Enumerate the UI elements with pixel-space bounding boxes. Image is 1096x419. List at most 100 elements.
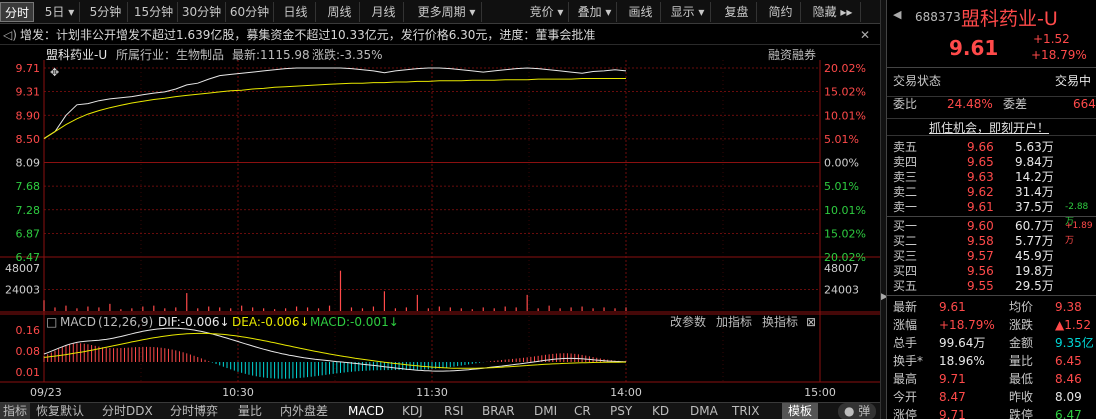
indicator-tab-5[interactable]: 内外盘差 — [280, 403, 328, 419]
ask-row[interactable]: 卖二 9.62 31.4万 — [887, 185, 1096, 200]
ask-label: 卖五 — [893, 140, 918, 154]
pct-tick-label: 5.01% — [824, 180, 859, 193]
overlay-dropdown[interactable]: 叠加 ▾ — [573, 2, 617, 22]
bid-volume: 29.5万 — [1015, 279, 1054, 293]
ask-row[interactable]: 卖一 9.61 37.5万 -2.88万 — [887, 200, 1096, 227]
indicator-tab-14[interactable]: DMA — [690, 403, 718, 419]
close-icon[interactable]: ✕ — [860, 25, 870, 45]
auction-dropdown[interactable]: 竞价 ▾ — [525, 2, 569, 22]
indicator-tab-2[interactable]: 分时DDX — [102, 403, 153, 419]
orderbook-divider — [887, 216, 1096, 217]
bid-row[interactable]: 买一 9.60 60.7万 +1.89万 — [887, 219, 1096, 246]
stat-value: 9.71 — [939, 408, 966, 419]
bid-row[interactable]: 买四 9.56 19.8万 — [887, 264, 1096, 279]
indicator-tab-7[interactable]: KDJ — [402, 403, 423, 419]
more-period-dropdown[interactable]: 更多周期 ▾ — [412, 2, 482, 22]
dea-line — [43, 332, 626, 369]
bid-row[interactable]: 买三 9.57 45.9万 — [887, 249, 1096, 264]
add-indicator-button[interactable]: 加指标 — [716, 314, 752, 330]
quote-stock-name: 盟科药业-U — [961, 8, 1058, 30]
simple-button[interactable]: 简约 — [761, 2, 801, 22]
macd-collapse-icon[interactable]: □ — [46, 314, 57, 330]
stat-label: 最高 — [893, 372, 918, 386]
macd-header: □ MACD (12,26,9) DIF:-0.006↓ DEA:-0.006↓… — [46, 314, 876, 330]
prev-stock-icon[interactable]: ◀ — [893, 8, 901, 21]
macd-tick-label: 0.08 — [16, 345, 41, 358]
stat-label: 最低 — [1009, 372, 1034, 386]
indicator-tab-15[interactable]: TRIX — [732, 403, 759, 419]
indicator-tab-1[interactable]: 恢复默认 — [36, 403, 84, 419]
announcement-bar: ◁) 增发：计划非公开增发不超过1.639亿股，募集资金不超过10.33亿元，发… — [0, 25, 880, 45]
ask-row[interactable]: 卖四 9.65 9.84万 — [887, 155, 1096, 170]
quote-price: 9.61 — [949, 36, 999, 60]
tab-daily[interactable]: 日线 — [276, 2, 316, 22]
stat-label: 总手 — [893, 336, 918, 350]
stat-label: 均价 — [1009, 300, 1034, 314]
indicator-tab-16[interactable]: 模板 — [782, 403, 819, 419]
indicator-tab-10[interactable]: DMI — [534, 403, 557, 419]
indicator-tab-13[interactable]: KD — [652, 403, 669, 419]
pct-tick-label: 10.01% — [824, 204, 866, 217]
indicator-tab-17[interactable]: ● 弹 — [838, 403, 877, 419]
stat-value: 9.71 — [939, 372, 966, 386]
price-tick-label: 6.87 — [16, 227, 41, 240]
price-tick-label: 7.28 — [16, 204, 41, 217]
tab-intraday[interactable]: 分时 — [0, 2, 34, 22]
indicator-tab-3[interactable]: 分时博弈 — [170, 403, 218, 419]
macd-value: MACD:-0.001↓ — [310, 315, 399, 329]
ask-price: 9.66 — [967, 140, 994, 154]
time-axis-label: 11:30 — [416, 386, 448, 399]
quote-change: +1.52 — [1033, 32, 1070, 46]
stat-label: 最新 — [893, 300, 918, 314]
indicator-tab-0[interactable]: 指标 — [0, 403, 31, 419]
ask-price: 9.62 — [967, 185, 994, 199]
bid-price: 9.56 — [967, 264, 994, 278]
tab-15min[interactable]: 15分钟 — [130, 2, 178, 22]
open-account-link[interactable]: 抓住机会，即刻开户！ — [929, 119, 1049, 137]
indicator-tab-6[interactable]: MACD — [348, 403, 384, 419]
macd-close-icon[interactable]: ⊠ — [806, 314, 816, 330]
indicator-tab-8[interactable]: RSI — [444, 403, 464, 419]
tab-5day[interactable]: 5日 ▾ — [40, 2, 80, 22]
intraday-chart: 9.719.318.908.508.097.687.286.876.47 20.… — [0, 60, 880, 399]
indicator-tab-9[interactable]: BRAR — [482, 403, 515, 419]
tab-60min[interactable]: 60分钟 — [226, 2, 274, 22]
tab-30min[interactable]: 30分钟 — [178, 2, 226, 22]
volume-tick-label: 48007 — [5, 262, 40, 275]
tab-weekly[interactable]: 周线 — [320, 2, 360, 22]
indicator-tab-12[interactable]: PSY — [610, 403, 632, 419]
indicator-tab-11[interactable]: CR — [574, 403, 591, 419]
weicha-value: 664 — [1073, 97, 1096, 111]
announcement-text[interactable]: 增发：计划非公开增发不超过1.639亿股，募集资金不超过10.33亿元，发行价格… — [20, 25, 595, 45]
stat-row: 今开 8.47 昨收 8.09 — [887, 390, 1096, 405]
indicator-tab-4[interactable]: 量比 — [238, 403, 262, 419]
hide-button[interactable]: 隐藏 ▸▸ — [805, 2, 861, 22]
bid-label: 买一 — [893, 219, 918, 233]
change-params-button[interactable]: 改参数 — [670, 314, 706, 330]
tab-5min[interactable]: 5分钟 — [84, 2, 128, 22]
stat-value: 18.96% — [939, 354, 985, 368]
tab-monthly[interactable]: 月线 — [364, 2, 404, 22]
stat-value: 9.38 — [1055, 300, 1082, 314]
stock-code: 688373 — [915, 10, 961, 24]
dea-value: DEA:-0.006↓ — [232, 315, 310, 329]
ask-volume: 37.5万 — [1015, 200, 1054, 214]
ask-row[interactable]: 卖三 9.63 14.2万 — [887, 170, 1096, 185]
stat-label: 昨收 — [1009, 390, 1034, 404]
stat-label: 金额 — [1009, 336, 1034, 350]
display-dropdown[interactable]: 显示 ▾ — [665, 2, 711, 22]
price-tick-label: 8.50 — [16, 133, 41, 146]
speaker-icon: ◁) — [3, 28, 17, 42]
ask-row[interactable]: 卖五 9.66 5.63万 — [887, 140, 1096, 155]
bid-row[interactable]: 买五 9.55 29.5万 — [887, 279, 1096, 294]
stat-value: +18.79% — [939, 318, 995, 332]
ask-price: 9.65 — [967, 155, 994, 169]
pct-tick-label: 15.02% — [824, 227, 866, 240]
bid-price: 9.55 — [967, 279, 994, 293]
draw-line-button[interactable]: 画线 — [621, 2, 661, 22]
bid-row[interactable]: 买二 9.58 5.77万 — [887, 234, 1096, 249]
bid-volume: 19.8万 — [1015, 264, 1054, 278]
pct-tick-label: 0.00% — [824, 157, 859, 170]
switch-indicator-button[interactable]: 换指标 — [762, 314, 798, 330]
replay-button[interactable]: 复盘 — [717, 2, 757, 22]
